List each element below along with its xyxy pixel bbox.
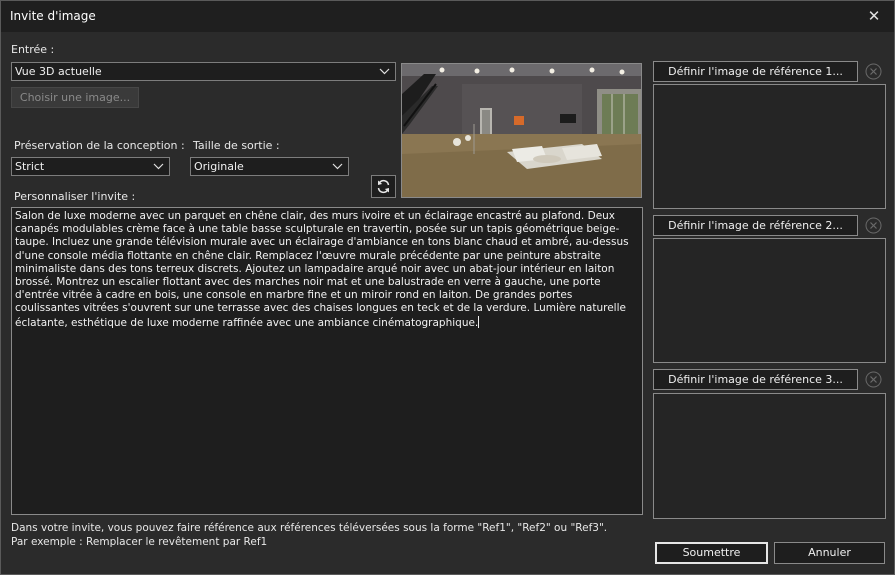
refresh-icon: [377, 179, 390, 194]
input-label: Entrée :: [11, 43, 55, 56]
cancel-button[interactable]: Annuler: [774, 542, 885, 564]
choose-image-button[interactable]: Choisir une image...: [11, 87, 139, 108]
input-source-dropdown[interactable]: Vue 3D actuelle: [11, 62, 396, 81]
prompt-label: Personnaliser l'invite :: [14, 190, 136, 203]
input-source-value: Vue 3D actuelle: [15, 65, 102, 78]
prompt-textarea[interactable]: Salon de luxe moderne avec un parquet en…: [11, 207, 643, 515]
chevron-down-icon: [332, 163, 343, 170]
submit-button[interactable]: Soumettre: [655, 542, 768, 564]
clear-icon: [865, 371, 882, 388]
chevron-down-icon: [379, 68, 390, 75]
clear-icon: [865, 63, 882, 80]
prompt-text: Salon de luxe moderne avec un parquet en…: [15, 210, 629, 329]
close-icon[interactable]: ✕: [862, 4, 886, 28]
room-render-image: [402, 64, 641, 197]
3d-view-preview: [401, 63, 642, 198]
set-reference-2-button[interactable]: Définir l'image de référence 2...: [653, 215, 858, 236]
window-title: Invite d'image: [10, 9, 96, 23]
output-size-label: Taille de sortie :: [193, 139, 280, 152]
output-size-value: Originale: [194, 160, 244, 173]
chevron-down-icon: [153, 163, 164, 170]
clear-reference-1-button[interactable]: [863, 61, 884, 82]
set-reference-1-button[interactable]: Définir l'image de référence 1...: [653, 61, 858, 82]
design-preservation-value: Strict: [15, 160, 45, 173]
design-preservation-label: Préservation de la conception :: [14, 139, 185, 152]
clear-icon: [865, 217, 882, 234]
clear-reference-3-button[interactable]: [863, 369, 884, 390]
title-bar: Invite d'image ✕: [1, 1, 894, 32]
reference-2-image-box: [653, 238, 886, 363]
text-caret: [478, 315, 480, 328]
reference-3-image-box: [653, 393, 886, 519]
hint-line-2: Par exemple : Remplacer le revêtement pa…: [11, 536, 268, 548]
refresh-button[interactable]: [371, 175, 396, 198]
set-reference-3-button[interactable]: Définir l'image de référence 3...: [653, 369, 858, 390]
hint-line-1: Dans votre invite, vous pouvez faire réf…: [11, 522, 608, 534]
clear-reference-2-button[interactable]: [863, 215, 884, 236]
output-size-dropdown[interactable]: Originale: [190, 157, 349, 176]
image-prompt-dialog: Invite d'image ✕ Entrée : Vue 3D actuell…: [0, 0, 895, 575]
design-preservation-dropdown[interactable]: Strict: [11, 157, 170, 176]
reference-1-image-box: [653, 84, 886, 209]
